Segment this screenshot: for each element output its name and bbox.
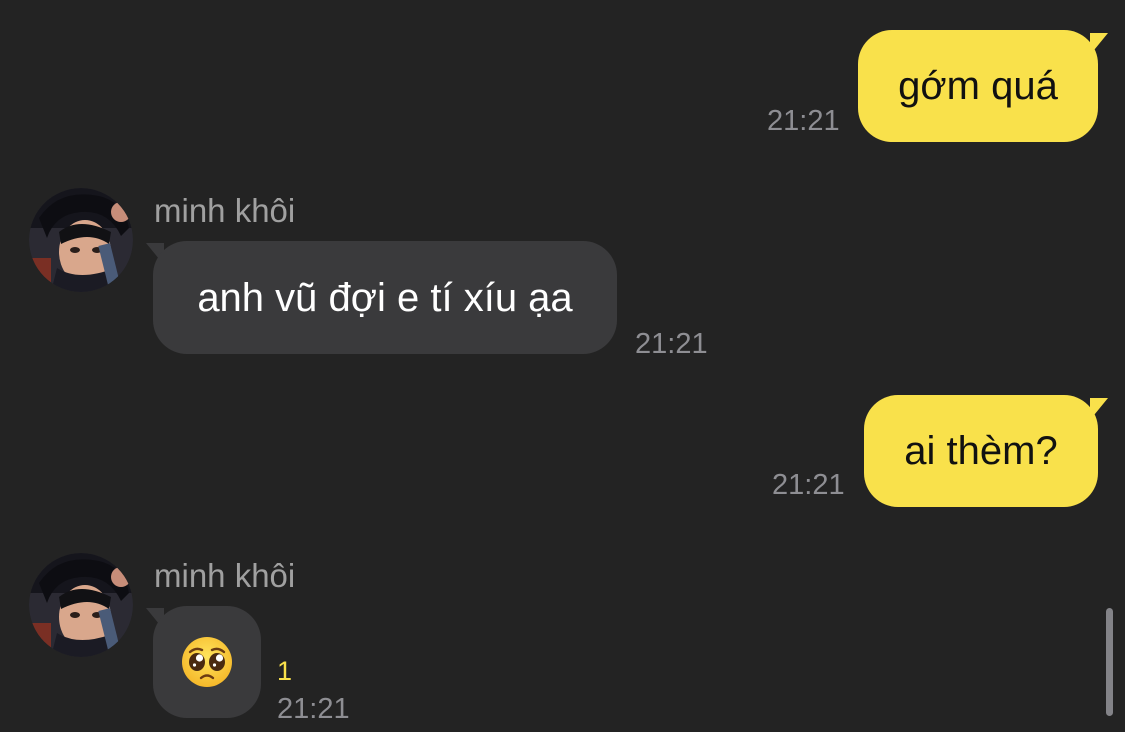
message-text: gớm quá <box>898 64 1058 108</box>
avatar-photo <box>29 553 133 657</box>
message-text: anh vũ đợi e tí xíu ạa <box>197 275 573 320</box>
scrollbar[interactable] <box>1106 608 1113 716</box>
message-timestamp: 21:21 <box>635 328 708 360</box>
message-timestamp: 21:21 <box>277 693 350 725</box>
message-text: ai thèm? <box>904 429 1058 473</box>
incoming-emoji-bubble[interactable] <box>153 606 261 718</box>
sender-name: minh khôi <box>154 192 296 229</box>
avatar[interactable] <box>29 188 133 292</box>
message-timestamp: 21:21 <box>772 469 845 501</box>
avatar[interactable] <box>29 553 133 657</box>
outgoing-message-bubble[interactable]: gớm quá <box>858 30 1098 142</box>
pleading-face-emoji-icon <box>182 637 232 687</box>
sender-name: minh khôi <box>154 557 296 594</box>
message-timestamp: 21:21 <box>767 105 840 137</box>
incoming-message-bubble[interactable]: anh vũ đợi e tí xíu ạa <box>153 241 617 354</box>
outgoing-message-bubble[interactable]: ai thèm? <box>864 395 1098 507</box>
avatar-photo <box>29 188 133 292</box>
bubble-tail <box>1090 33 1108 55</box>
chat-window: 21:21 gớm quá minh khôi anh vũ đợi e tí … <box>0 0 1125 732</box>
bubble-tail <box>1090 398 1108 420</box>
unread-count: 1 <box>277 656 293 686</box>
